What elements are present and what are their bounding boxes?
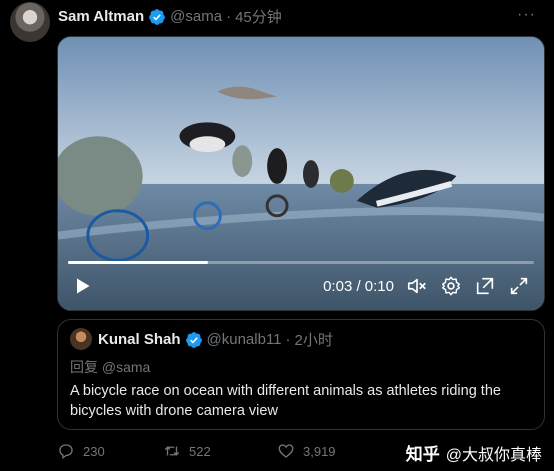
retweet-icon [164, 446, 180, 456]
like-count: 3,919 [303, 443, 336, 459]
reply-button[interactable]: 230 [57, 442, 105, 460]
quote-author-avatar[interactable] [70, 328, 92, 350]
quote-time-separator: · [285, 331, 291, 348]
video-time: 0:03 / 0:10 [323, 277, 394, 295]
play-icon[interactable] [72, 276, 92, 296]
reply-to-label: 回复 @sama [70, 359, 151, 375]
quote-time[interactable]: 2小时 [295, 329, 333, 350]
quote-text: A bicycle race on ocean with different a… [70, 383, 501, 419]
retweet-count: 522 [189, 443, 211, 459]
video-controls: 0:03 / 0:10 [58, 262, 544, 310]
zhihu-logo: 知乎 [405, 445, 440, 464]
reply-icon [59, 444, 73, 460]
author-handle[interactable]: @sama [170, 8, 222, 25]
quote-verified-badge-icon [185, 331, 202, 348]
quote-author-name[interactable]: Kunal Shah [98, 331, 181, 348]
post-header: Sam Altman @sama · 45分钟 [58, 6, 282, 27]
quoted-tweet[interactable]: Kunal Shah @kunalb11 · 2小时 回复 @sama A bi… [57, 319, 545, 430]
quote-author-handle[interactable]: @kunalb11 [207, 331, 282, 348]
heart-icon [278, 444, 294, 458]
quote-header: Kunal Shah @kunalb11 · 2小时 [98, 329, 333, 350]
reply-count: 230 [83, 443, 105, 459]
mute-icon[interactable] [406, 275, 428, 297]
settings-icon[interactable] [428, 275, 462, 297]
verified-badge-icon [149, 8, 166, 25]
retweet-button[interactable]: 522 [163, 442, 211, 460]
zhihu-watermark: 知乎 @大叔你真棒 [406, 440, 542, 465]
video-player[interactable]: 0:03 / 0:10 [57, 36, 545, 311]
time-separator: · [226, 8, 232, 25]
like-button[interactable]: 3,919 [277, 442, 336, 460]
author-avatar[interactable] [10, 2, 50, 42]
post-time[interactable]: 45分钟 [235, 6, 282, 27]
more-icon[interactable]: ··· [517, 6, 536, 24]
popout-icon[interactable] [462, 275, 496, 297]
watermark-text: @大叔你真棒 [445, 446, 542, 464]
author-name[interactable]: Sam Altman [58, 8, 144, 25]
fullscreen-icon[interactable] [496, 275, 530, 297]
